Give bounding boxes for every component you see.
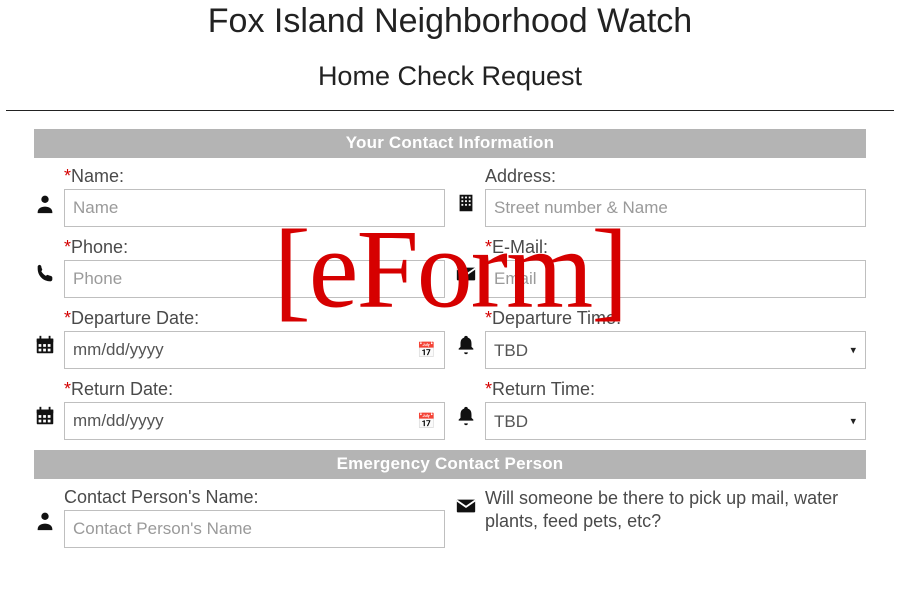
name-label: *Name: — [64, 166, 445, 187]
page-title: Fox Island Neighborhood Watch — [0, 0, 900, 41]
calendar-icon — [34, 405, 58, 427]
phone-input[interactable] — [64, 260, 445, 298]
page-subtitle: Home Check Request — [0, 61, 900, 92]
bell-icon — [455, 405, 479, 427]
phone-icon — [34, 263, 58, 285]
name-input[interactable] — [64, 189, 445, 227]
departure-time-select[interactable]: TBD — [485, 331, 866, 369]
section-emergency-contact: Emergency Contact Person — [34, 450, 866, 479]
phone-label: *Phone: — [64, 237, 445, 258]
departure-time-label: *Departure Time: — [485, 308, 866, 329]
envelope-icon — [455, 263, 479, 285]
email-label: *E-Mail: — [485, 237, 866, 258]
person-icon — [34, 192, 58, 214]
helper-text: Will someone be there to pick up mail, w… — [485, 487, 866, 532]
address-label: Address: — [485, 166, 866, 187]
return-time-select[interactable]: TBD — [485, 402, 866, 440]
building-icon — [455, 192, 479, 214]
return-date-label: *Return Date: — [64, 379, 445, 400]
departure-date-input[interactable]: mm/dd/yyyy 📅 — [64, 331, 445, 369]
calendar-picker-icon: 📅 — [417, 341, 436, 359]
contact-name-label: Contact Person's Name: — [64, 487, 445, 508]
return-time-label: *Return Time: — [485, 379, 866, 400]
email-input[interactable] — [485, 260, 866, 298]
bell-icon — [455, 334, 479, 356]
return-date-input[interactable]: mm/dd/yyyy 📅 — [64, 402, 445, 440]
person-icon — [34, 509, 58, 531]
departure-date-label: *Departure Date: — [64, 308, 445, 329]
calendar-icon — [34, 334, 58, 356]
envelope-icon — [455, 495, 479, 517]
address-input[interactable] — [485, 189, 866, 227]
section-contact-info: Your Contact Information — [34, 129, 866, 158]
contact-name-input[interactable] — [64, 510, 445, 548]
calendar-picker-icon: 📅 — [417, 412, 436, 430]
